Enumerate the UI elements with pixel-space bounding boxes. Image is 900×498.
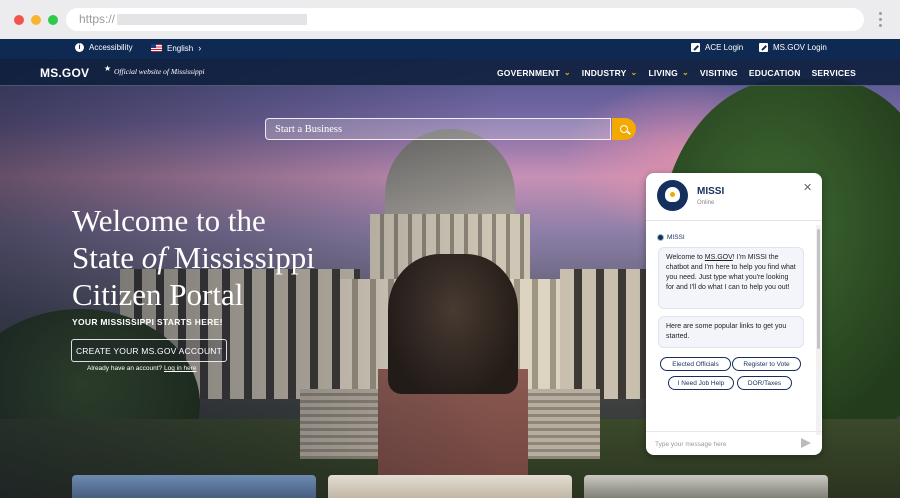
bot-sender-label: MISSI [657, 234, 685, 241]
minimize-window-button[interactable] [31, 15, 41, 25]
login-link[interactable]: Log in here [164, 365, 197, 372]
nav-links: GOVERNMENT ⌄ INDUSTRY ⌄ LIVING ⌄ VISITIN… [497, 59, 856, 86]
search-box [265, 118, 611, 140]
nav-living-label: LIVING [648, 67, 678, 78]
accessibility-label: Accessibility [89, 43, 133, 52]
nav-government[interactable]: GOVERNMENT ⌄ [497, 68, 571, 78]
nav-education-label: EDUCATION [748, 67, 801, 78]
nav-living[interactable]: LIVING ⌄ [648, 68, 688, 78]
star-icon: ★ [104, 64, 112, 73]
nav-education[interactable]: EDUCATION [749, 68, 801, 78]
language-label: English [167, 43, 194, 53]
nav-visiting[interactable]: VISITING [700, 68, 738, 78]
nav-industry[interactable]: INDUSTRY ⌄ [582, 68, 638, 78]
search-input[interactable] [266, 119, 610, 140]
msgov-link[interactable]: MS.GOV [705, 254, 733, 261]
utility-bar: i Accessibility English › ACE Login MS.G… [0, 39, 900, 59]
hero-title-mississippi: Mississippi [165, 240, 315, 275]
chevron-down-icon: ⌄ [630, 68, 638, 77]
msgov-login-link[interactable]: MS.GOV Login [759, 43, 827, 52]
external-link-icon [759, 43, 768, 52]
nav-services-label: SERVICES [811, 67, 856, 78]
feature-card-3[interactable] [584, 475, 828, 498]
chat-messages: MISSI Welcome to MS.GOV! I'm MISSI the c… [646, 221, 816, 431]
create-account-button[interactable]: CREATE YOUR MS.GOV ACCOUNT [71, 339, 227, 362]
chat-message-input[interactable] [655, 437, 795, 451]
quick-link-job-help[interactable]: I Need Job Help [668, 376, 734, 390]
hero-title-line3: Citizen Portal [72, 277, 244, 312]
nav-services[interactable]: SERVICES [812, 68, 856, 78]
external-link-icon [691, 43, 700, 52]
nav-government-label: GOVERNMENT [496, 67, 560, 78]
chatbot-widget: MISSI Online ✕ MISSI Welcome to MS.GOV! … [646, 173, 822, 455]
hero-title-of: of [141, 240, 166, 275]
hero-title-line1: Welcome to the [72, 203, 266, 238]
send-icon[interactable] [801, 438, 811, 448]
chatbot-status: Online [697, 200, 715, 206]
magnolia-avatar-icon [657, 180, 688, 211]
main-nav: MS.GOV ★ Official website of Mississippi… [0, 59, 900, 86]
chatbot-name: MISSI [697, 186, 725, 197]
quick-link-dor-taxes[interactable]: DOR/Taxes [737, 376, 792, 390]
maximize-window-button[interactable] [48, 15, 58, 25]
ace-login-label: ACE Login [705, 43, 744, 52]
feature-card-2[interactable] [328, 475, 572, 498]
hero-title-state: State [72, 240, 142, 275]
accessibility-icon: i [75, 43, 84, 52]
accessibility-link[interactable]: i Accessibility [75, 43, 133, 52]
site-logo[interactable]: MS.GOV [40, 66, 89, 80]
url-redacted [117, 14, 307, 25]
chat-message-welcome: Welcome to MS.GOV! I'm MISSI the chatbot… [658, 247, 804, 309]
address-bar[interactable]: https:// [66, 8, 864, 31]
quick-link-elected-officials[interactable]: Elected Officials [660, 357, 731, 371]
hero-title: Welcome to the State of Mississippi Citi… [72, 202, 372, 313]
browser-chrome: https:// [0, 0, 900, 39]
url-protocol: https:// [79, 12, 116, 26]
welcome-text-a: Welcome to [666, 254, 705, 261]
nav-industry-label: INDUSTRY [581, 67, 627, 78]
search-button[interactable] [612, 118, 636, 140]
chat-scrollbar[interactable] [816, 225, 821, 435]
search-icon [620, 125, 628, 133]
bot-sender-name: MISSI [667, 234, 685, 241]
us-flag-icon [151, 44, 162, 52]
feature-card-1[interactable] [72, 475, 316, 498]
chevron-down-icon: ⌄ [681, 68, 689, 77]
hero-tagline: YOUR MISSISSIPPI STARTS HERE! [72, 317, 223, 327]
chat-message-popular: Here are some popular links to get you s… [658, 316, 804, 348]
chat-scroll-thumb[interactable] [817, 229, 820, 349]
chat-input-area [646, 431, 822, 455]
language-selector[interactable]: English › [151, 43, 201, 53]
official-website-label: Official website of Mississippi [114, 67, 205, 76]
close-window-button[interactable] [14, 15, 24, 25]
site: i Accessibility English › ACE Login MS.G… [0, 39, 900, 498]
msgov-login-label: MS.GOV Login [773, 43, 827, 52]
close-icon[interactable]: ✕ [803, 181, 812, 194]
browser-menu-icon[interactable] [879, 12, 883, 30]
chat-header: MISSI Online ✕ [646, 173, 822, 221]
ace-login-link[interactable]: ACE Login [691, 43, 743, 52]
quick-link-register-to-vote[interactable]: Register to Vote [732, 357, 801, 371]
already-have-account-label: Already have an account? [87, 365, 164, 372]
already-have-account: Already have an account? Log in here [87, 365, 197, 372]
chevron-right-icon: › [198, 43, 202, 53]
chevron-down-icon: ⌄ [563, 68, 571, 77]
hero-title-line2: State of Mississippi [72, 239, 372, 276]
bot-avatar-icon [657, 234, 664, 241]
nav-visiting-label: VISITING [699, 67, 738, 78]
